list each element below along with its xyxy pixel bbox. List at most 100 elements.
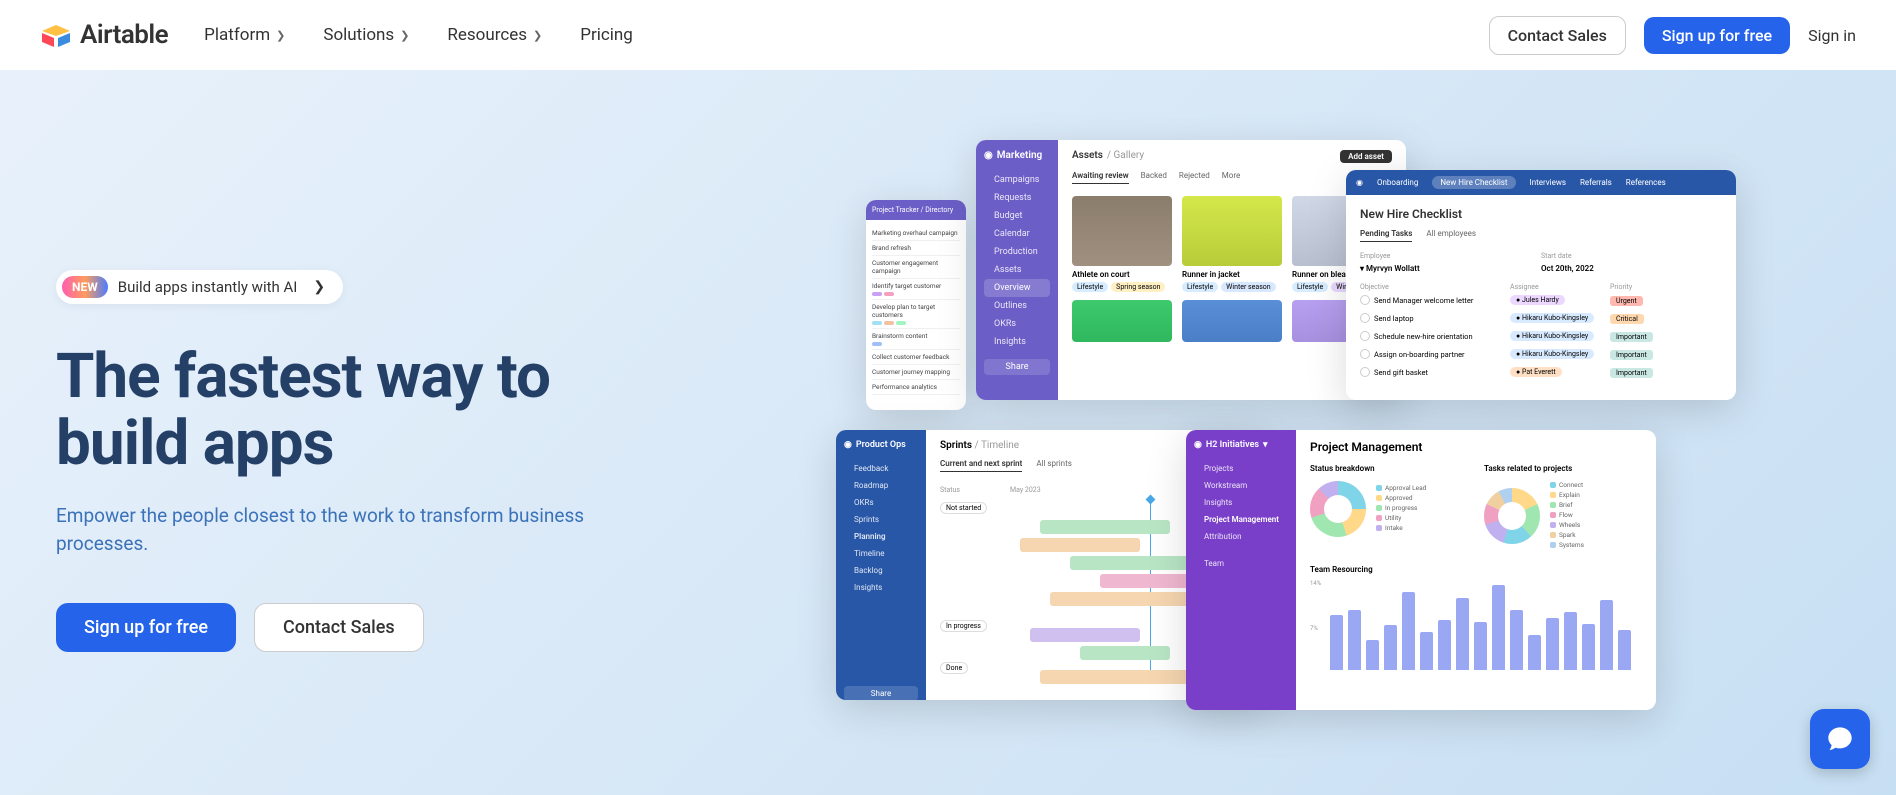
checklist-row[interactable]: Schedule new-hire orientation● Hikaru Ku… [1360,327,1722,345]
signup-button[interactable]: Sign up for free [1644,17,1790,54]
status-label: Not started [940,502,987,514]
sidebar-item[interactable]: Outlines [984,297,1050,315]
bar [1348,610,1361,670]
chevron-right-icon: ❯ [400,29,409,42]
tab[interactable]: Current and next sprint [940,459,1022,472]
share-button[interactable]: Share [984,359,1050,375]
asset-card[interactable]: Athlete on court LifestyleSpring season [1072,196,1172,292]
hero-subtitle: Empower the people closest to the work t… [56,502,636,559]
sidebar-item-active[interactable]: Project Management [1194,511,1288,528]
badge-text: Build apps instantly with AI [118,278,298,296]
tracker-body: Marketing overhaul campaign Brand refres… [866,220,966,401]
sidebar-item[interactable]: Insights [844,579,918,596]
sidebar-item[interactable]: Budget [984,207,1050,225]
asset-thumbnail[interactable] [1182,300,1282,342]
tab[interactable]: Pending Tasks [1360,229,1412,242]
ai-badge[interactable]: NEW Build apps instantly with AI ❯ [56,270,343,304]
logo-text: Airtable [80,20,168,50]
sidebar-item[interactable]: Campaigns [984,171,1050,189]
asset-card[interactable]: Runner in jacket LifestyleWinter season [1182,196,1282,292]
filter-tab[interactable]: More [1222,171,1240,184]
tracker-panel: Project Tracker / Directory Marketing ov… [866,200,966,410]
gantt-bar[interactable] [1040,520,1170,534]
tracker-row: Performance analytics [872,380,960,395]
sidebar-item[interactable]: Planning [844,528,918,545]
bar [1420,632,1433,670]
sidebar-item-active[interactable]: Overview [984,279,1050,297]
gantt-bar[interactable] [1080,646,1170,660]
sidebar-item[interactable]: Requests [984,189,1050,207]
bar [1510,610,1523,670]
bar [1528,635,1541,670]
bar-chart: 14% 7% [1310,580,1642,670]
sidebar-item[interactable]: OKRs [844,494,918,511]
tasks-chart: Tasks related to projects ConnectExplain… [1484,464,1642,551]
bar [1600,600,1613,670]
sidebar-item[interactable]: Insights [984,333,1050,351]
main-nav: Platform❯ Solutions❯ Resources❯ Pricing [204,25,633,45]
arrow-right-icon: ❯ [313,279,325,295]
sidebar-item[interactable]: OKRs [984,315,1050,333]
tab[interactable]: All employees [1426,229,1476,242]
sidebar-item[interactable]: Calendar [984,225,1050,243]
checklist-row[interactable]: Send laptop● Hikaru Kubo-KingsleyCritica… [1360,309,1722,327]
checklist-row[interactable]: Send gift basket● Pat EverettImportant [1360,363,1722,381]
tab[interactable]: All sprints [1036,459,1072,472]
onboarding-body: New Hire Checklist Pending Tasks All emp… [1346,195,1736,393]
contact-sales-button[interactable]: Contact Sales [1489,16,1626,55]
bar [1402,592,1415,670]
nav-platform[interactable]: Platform❯ [204,25,285,45]
asset-cards: Athlete on court LifestyleSpring season … [1072,196,1392,292]
gantt-bar[interactable] [1020,538,1140,552]
sidebar-item[interactable]: Attribution [1194,528,1288,545]
sidebar-item[interactable]: Sprints [844,511,918,528]
h2-title: Project Management [1310,440,1642,454]
sidebar-item[interactable]: Projects [1194,460,1288,477]
chat-bubble[interactable] [1810,709,1870,769]
checklist-row[interactable]: Send Manager welcome letter● Jules Hardy… [1360,291,1722,309]
chat-icon [1826,725,1854,753]
gantt-bar[interactable] [1040,670,1190,684]
filter-tab[interactable]: Backed [1141,171,1167,184]
tracker-row: Customer engagement campaign [872,256,960,279]
asset-thumbnail[interactable] [1072,300,1172,342]
sidebar-item[interactable]: Production [984,243,1050,261]
bar [1474,622,1487,670]
site-header: Airtable Platform❯ Solutions❯ Resources❯… [0,0,1896,70]
bar [1456,598,1469,670]
sidebar-item[interactable]: Feedback [844,460,918,477]
signin-link[interactable]: Sign in [1808,26,1856,45]
header-pill[interactable]: New Hire Checklist [1432,176,1515,189]
nav-solutions[interactable]: Solutions❯ [323,25,409,45]
new-label: NEW [62,276,108,298]
gantt-bar[interactable] [1030,628,1140,642]
sidebar-item[interactable]: Insights [1194,494,1288,511]
bar [1438,620,1451,670]
logo[interactable]: Airtable [40,20,168,50]
checklist-row[interactable]: Assign on-boarding partner● Hikaru Kubo-… [1360,345,1722,363]
sidebar-item[interactable]: Team [1194,555,1288,572]
header-right: Contact Sales Sign up for free Sign in [1489,16,1856,55]
share-button[interactable]: Share [844,686,918,700]
asset-thumbnail [1182,196,1282,266]
nav-resources[interactable]: Resources❯ [447,25,542,45]
tracker-row: Customer journey mapping [872,365,960,380]
bar [1492,585,1505,670]
sidebar-item[interactable]: Timeline [844,545,918,562]
nav-pricing[interactable]: Pricing [580,25,633,45]
sidebar-item[interactable]: Backlog [844,562,918,579]
filter-tab[interactable]: Rejected [1179,171,1210,184]
hero-contact-button[interactable]: Contact Sales [254,603,424,652]
sidebar-item[interactable]: Roadmap [844,477,918,494]
hero-signup-button[interactable]: Sign up for free [56,603,236,652]
status-label: Done [940,662,968,674]
tracker-row: Identify target customer [872,279,960,300]
chevron-right-icon: ❯ [276,29,285,42]
sidebar-item[interactable]: Assets [984,261,1050,279]
bar [1564,612,1577,670]
filter-tab[interactable]: Awaiting review [1072,171,1129,184]
add-asset-button[interactable]: Add asset [1340,150,1392,163]
onboarding-header: ◉ Onboarding New Hire Checklist Intervie… [1346,170,1736,195]
onboarding-tabs: Pending Tasks All employees [1360,229,1722,242]
sidebar-item[interactable]: Workstream [1194,477,1288,494]
